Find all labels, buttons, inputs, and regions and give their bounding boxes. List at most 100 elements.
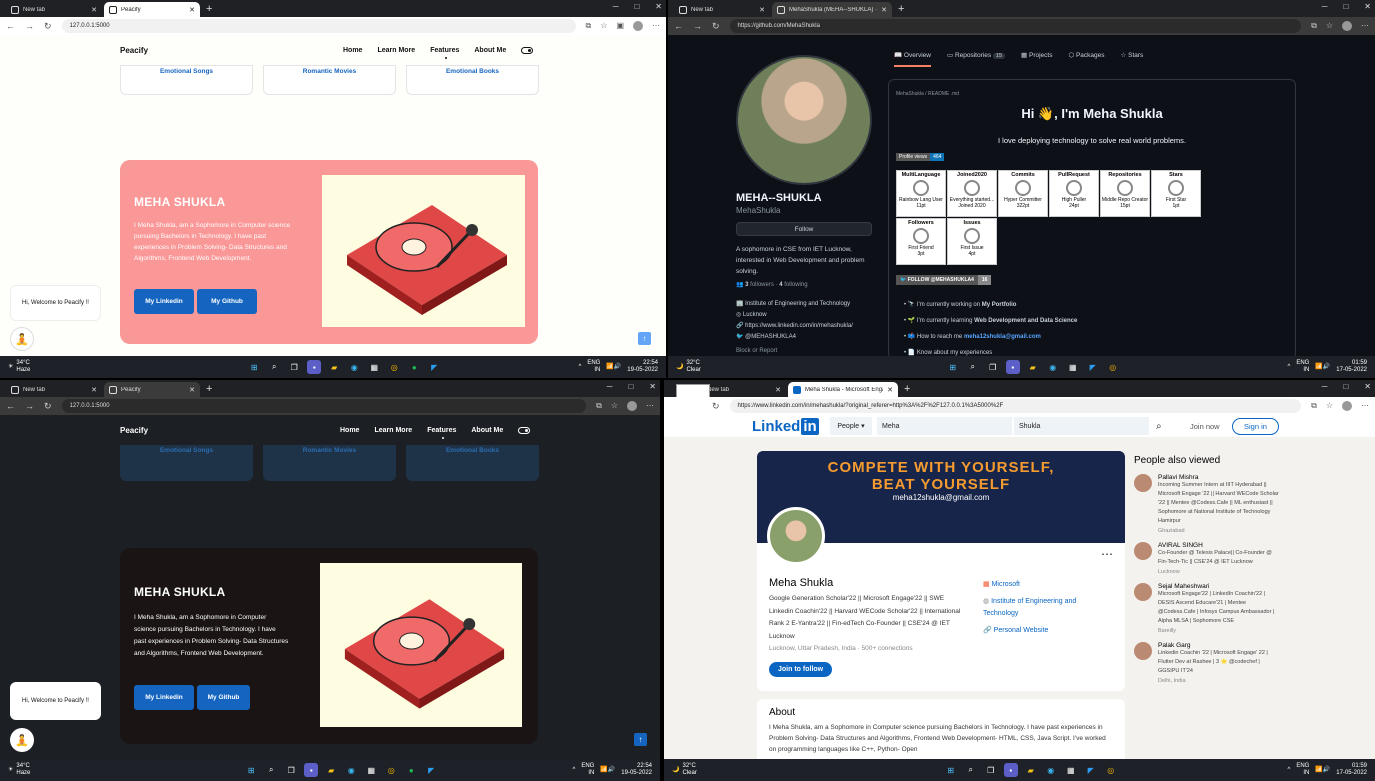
tab-new[interactable]: New tab ✕ bbox=[6, 382, 102, 397]
url-field[interactable]: 127.0.0.1:5000 bbox=[61, 19, 576, 33]
minimize-icon[interactable]: ─ bbox=[1322, 2, 1328, 11]
spotify-icon[interactable]: ● bbox=[404, 763, 418, 777]
scroll-top-button[interactable]: ↑ bbox=[634, 733, 647, 746]
profile-avatar[interactable] bbox=[1342, 401, 1352, 411]
refresh-icon[interactable]: ↻ bbox=[44, 401, 52, 412]
extensions-icon[interactable]: ⧉ bbox=[586, 21, 592, 31]
last-name-input[interactable]: Shukla bbox=[1014, 417, 1149, 435]
vscode-icon[interactable]: ◤ bbox=[1084, 763, 1098, 777]
refresh-icon[interactable]: ↻ bbox=[712, 21, 720, 32]
store-icon[interactable]: ▦ bbox=[1066, 360, 1080, 374]
chrome-icon[interactable]: ◎ bbox=[1104, 763, 1118, 777]
new-tab-icon[interactable]: + bbox=[202, 3, 216, 17]
card-romantic-movies[interactable]: Romantic Movies bbox=[263, 445, 396, 481]
menu-icon[interactable]: ⋯ bbox=[646, 401, 654, 411]
github-button[interactable]: My Github bbox=[197, 289, 257, 314]
nav-features[interactable]: Features bbox=[430, 47, 459, 59]
nav-about-me[interactable]: About Me bbox=[474, 47, 506, 54]
github-button[interactable]: My Github bbox=[197, 685, 250, 710]
extensions-icon[interactable]: ⧉ bbox=[1311, 21, 1317, 31]
chrome-icon[interactable]: ◎ bbox=[384, 763, 398, 777]
nav-features[interactable]: Features bbox=[427, 427, 456, 439]
close-icon[interactable]: ✕ bbox=[91, 6, 97, 14]
star-icon[interactable]: ☆ bbox=[611, 401, 618, 411]
chrome-icon[interactable]: ◎ bbox=[1106, 360, 1120, 374]
company-microsoft[interactable]: ▦ Microsoft bbox=[983, 579, 1103, 591]
tab-overview[interactable]: 📖 Overview bbox=[894, 51, 931, 67]
close-icon[interactable]: ✕ bbox=[1364, 2, 1371, 11]
extensions-icon[interactable]: ⧉ bbox=[1311, 401, 1317, 411]
join-now-link[interactable]: Join now bbox=[1190, 422, 1220, 431]
card-emotional-songs[interactable]: Emotional Songs bbox=[120, 65, 253, 95]
linkedin-button[interactable]: My Linkedin bbox=[134, 685, 194, 710]
vscode-icon[interactable]: ◤ bbox=[427, 360, 441, 374]
follow-button[interactable]: Follow bbox=[736, 222, 872, 236]
start-icon[interactable]: ⊞ bbox=[244, 763, 258, 777]
spotify-icon[interactable]: ● bbox=[407, 360, 421, 374]
site-brand[interactable]: Peacify bbox=[120, 46, 148, 55]
vscode-icon[interactable]: ◤ bbox=[1086, 360, 1100, 374]
start-icon[interactable]: ⊞ bbox=[944, 763, 958, 777]
search-icon[interactable]: ⌕ bbox=[264, 763, 278, 777]
nav-learn-more[interactable]: Learn More bbox=[374, 427, 412, 434]
person-item[interactable]: AVIRAL SINGH Co-Founder @ Telesis Palace|… bbox=[1134, 542, 1282, 575]
nav-home[interactable]: Home bbox=[340, 427, 359, 434]
taskview-icon[interactable]: ❐ bbox=[986, 360, 1000, 374]
linkedin-logo[interactable]: Linked in bbox=[752, 417, 819, 435]
forward-icon[interactable]: → bbox=[25, 21, 34, 31]
chrome-icon[interactable]: ◎ bbox=[387, 360, 401, 374]
folder-icon[interactable]: ▰ bbox=[327, 360, 341, 374]
close-icon[interactable]: ✕ bbox=[189, 6, 195, 14]
theme-toggle[interactable] bbox=[521, 46, 534, 54]
search-icon[interactable]: ⌕ bbox=[1156, 421, 1162, 432]
close-icon[interactable]: ✕ bbox=[649, 382, 656, 391]
search-icon[interactable]: ⌕ bbox=[267, 360, 281, 374]
menu-icon[interactable]: ⋯ bbox=[1361, 21, 1369, 31]
tab-new[interactable]: New tab ✕ bbox=[6, 2, 102, 17]
tab-stars[interactable]: ☆ Stars bbox=[1121, 51, 1144, 67]
store-icon[interactable]: ▦ bbox=[367, 360, 381, 374]
menu-icon[interactable]: ⋯ bbox=[1361, 401, 1369, 411]
chatbot-avatar[interactable]: 🧘 bbox=[10, 728, 34, 752]
search-icon[interactable]: ⌕ bbox=[964, 763, 978, 777]
edge-icon[interactable]: ◉ bbox=[1044, 763, 1058, 777]
maximize-icon[interactable]: □ bbox=[1343, 382, 1348, 391]
person-item[interactable]: Sejal Maheshwari Microsoft Engage'22 | Li… bbox=[1134, 583, 1282, 634]
tab-linkedin[interactable]: Meha Shukla - Microsoft Engage'...✕ bbox=[788, 382, 898, 397]
start-icon[interactable]: ⊞ bbox=[946, 360, 960, 374]
back-icon[interactable]: ← bbox=[6, 401, 15, 411]
new-tab-icon[interactable]: + bbox=[202, 383, 216, 397]
close-icon[interactable]: ✕ bbox=[655, 2, 662, 11]
profile-avatar[interactable] bbox=[1342, 21, 1352, 31]
profile-avatar[interactable] bbox=[633, 21, 643, 31]
new-tab-icon[interactable]: + bbox=[900, 383, 914, 397]
url-field[interactable]: https://www.linkedin.com/in/mehashukla/?… bbox=[729, 399, 1302, 413]
card-romantic-movies[interactable]: Romantic Movies bbox=[263, 65, 396, 95]
chatbot-avatar[interactable]: 🧘 bbox=[10, 327, 34, 351]
teams-icon[interactable]: ▪ bbox=[1003, 763, 1018, 777]
url-field[interactable]: 127.0.0.1:5000 bbox=[61, 399, 587, 413]
taskview-icon[interactable]: ❐ bbox=[284, 763, 298, 777]
linkedin-button[interactable]: My Linkedin bbox=[134, 289, 194, 314]
tab-peacify[interactable]: Peacify ✕ bbox=[104, 382, 200, 397]
tab-packages[interactable]: ⬡ Packages bbox=[1068, 51, 1104, 67]
weather-widget[interactable]: 🌙 32°C Clear bbox=[668, 360, 778, 373]
teams-icon[interactable]: ▪ bbox=[304, 763, 319, 777]
search-icon[interactable]: ⌕ bbox=[966, 360, 980, 374]
menu-icon[interactable]: ⋯ bbox=[652, 21, 660, 31]
weather-widget[interactable]: ☀ 34°C Haze bbox=[0, 360, 110, 373]
tab-peacify[interactable]: Peacify ✕ bbox=[104, 2, 200, 17]
vscode-icon[interactable]: ◤ bbox=[424, 763, 438, 777]
url-field[interactable]: https://github.com/MehaShukla bbox=[729, 19, 1302, 33]
card-emotional-books[interactable]: Emotional Books bbox=[406, 65, 539, 95]
weather-widget[interactable]: 🌙 32°C Clear bbox=[664, 763, 774, 776]
card-emotional-books[interactable]: Emotional Books bbox=[406, 445, 539, 481]
close-icon[interactable]: ✕ bbox=[1364, 382, 1371, 391]
star-icon[interactable]: ☆ bbox=[1326, 21, 1333, 31]
person-item[interactable]: Palak Garg Linkedin Coachin '22 | Microso… bbox=[1134, 642, 1282, 684]
minimize-icon[interactable]: ─ bbox=[1322, 382, 1328, 391]
edge-icon[interactable]: ◉ bbox=[344, 763, 358, 777]
forward-icon[interactable]: → bbox=[25, 401, 34, 411]
folder-icon[interactable]: ▰ bbox=[324, 763, 338, 777]
maximize-icon[interactable]: □ bbox=[628, 382, 633, 391]
